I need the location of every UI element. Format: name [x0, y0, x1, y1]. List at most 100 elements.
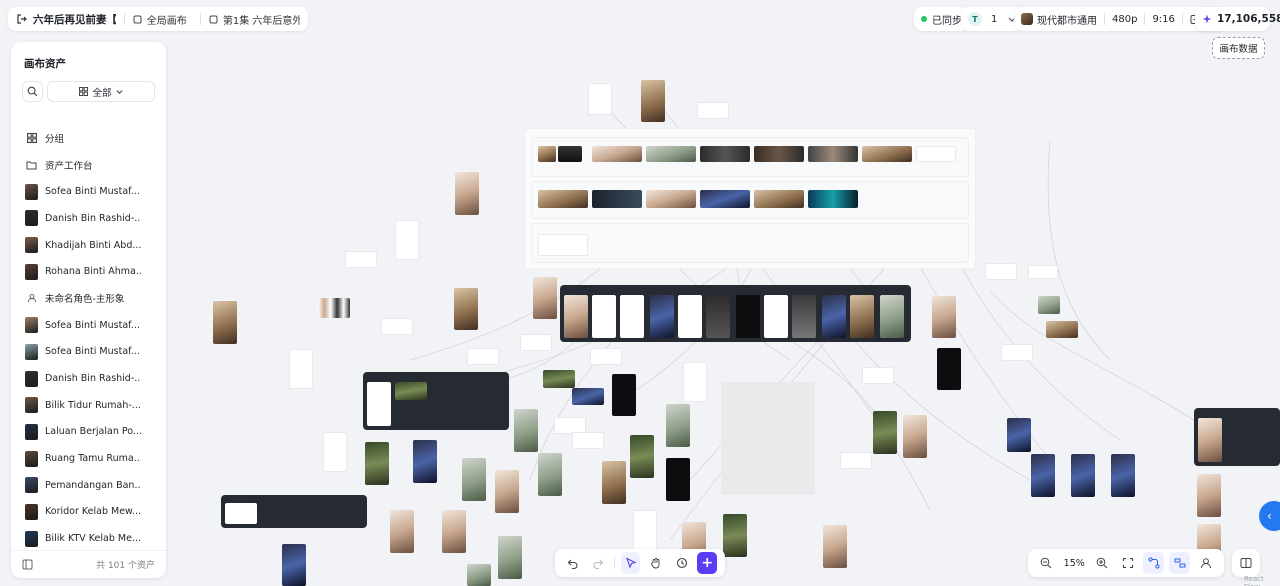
image-node[interactable] [455, 172, 479, 215]
history-button[interactable] [672, 552, 692, 574]
image-node[interactable] [937, 348, 961, 390]
shot-frame[interactable] [367, 382, 391, 426]
sidebar-item[interactable]: 未命名角色-主形象 [11, 285, 166, 312]
scene-thumbnail[interactable] [808, 190, 858, 208]
empty-node[interactable] [862, 367, 894, 384]
shot-frame[interactable] [706, 295, 730, 338]
image-node[interactable] [318, 298, 350, 318]
scene-row[interactable] [531, 181, 969, 219]
image-node[interactable] [467, 564, 491, 586]
select-tool-button[interactable] [620, 552, 641, 574]
shot-group-panel[interactable] [221, 495, 367, 528]
image-node[interactable] [1111, 454, 1135, 497]
character-thumbnail[interactable] [862, 146, 912, 162]
character-placeholder[interactable] [916, 146, 956, 162]
empty-node[interactable] [572, 432, 604, 449]
zoom-out-button[interactable] [1036, 552, 1057, 574]
empty-node[interactable] [840, 452, 872, 469]
shot-frame[interactable] [620, 295, 644, 338]
sidebar-item[interactable]: Koridor Kelab Mew... [11, 499, 166, 526]
character-thumbnail[interactable] [646, 146, 696, 162]
empty-node[interactable] [1028, 265, 1058, 279]
empty-node[interactable] [395, 220, 419, 260]
sidebar-item[interactable]: 资产工作台 [11, 152, 166, 179]
shot-frame[interactable] [592, 295, 616, 338]
project-title-seg[interactable]: 六年后再见前妻【... [16, 12, 116, 27]
image-node[interactable] [723, 514, 747, 557]
sidebar-search-button[interactable] [22, 81, 43, 102]
image-node[interactable] [666, 404, 690, 447]
character-thumbnail[interactable] [754, 146, 804, 162]
shot-frame[interactable] [736, 295, 760, 338]
empty-node[interactable] [697, 102, 729, 119]
image-node[interactable] [630, 435, 654, 478]
shot-frame[interactable] [225, 503, 257, 524]
image-node[interactable] [514, 409, 538, 452]
asset-filter-dropdown[interactable]: 全部 [47, 81, 155, 102]
collapse-sidebar-icon[interactable] [22, 559, 33, 570]
image-node[interactable] [1071, 454, 1095, 497]
image-node[interactable] [932, 296, 956, 338]
sidebar-item[interactable]: Danish Bin Rashid-... [11, 205, 166, 232]
sidebar-item[interactable]: Sofea Binti Mustaf... [11, 178, 166, 205]
style-preset[interactable]: 现代都市通用 [1037, 12, 1097, 27]
undo-button[interactable] [563, 552, 583, 574]
scene-thumbnail[interactable] [538, 190, 588, 208]
empty-node[interactable] [985, 263, 1017, 280]
redo-button[interactable] [589, 552, 609, 574]
scene-thumbnail[interactable] [700, 190, 750, 208]
fit-view-button[interactable] [1117, 552, 1138, 574]
user-button[interactable] [1195, 552, 1216, 574]
image-node[interactable] [1046, 321, 1078, 338]
sidebar-item[interactable]: Ruang Tamu Ruma... [11, 445, 166, 472]
react-flow-watermark[interactable]: React Flow [1244, 575, 1280, 586]
empty-node[interactable] [345, 251, 377, 268]
image-node[interactable] [538, 453, 562, 496]
empty-node[interactable] [683, 362, 707, 402]
scene-thumbnail[interactable] [592, 190, 642, 208]
image-node[interactable] [1197, 474, 1221, 517]
character-row[interactable] [531, 137, 969, 177]
character-thumbnail[interactable] [808, 146, 858, 162]
empty-node[interactable] [633, 510, 657, 550]
asset-group-panel[interactable] [524, 128, 976, 269]
image-node[interactable] [873, 411, 897, 454]
sidebar-item[interactable]: Bilik Tidur Rumah-... [11, 392, 166, 419]
character-thumbnail[interactable] [700, 146, 750, 162]
image-node[interactable] [543, 370, 575, 388]
shot-frame[interactable] [792, 295, 816, 338]
aspect-ratio[interactable]: 9:16 [1152, 14, 1174, 25]
resolution[interactable]: 480p [1112, 14, 1137, 25]
storyboard-strip[interactable] [560, 285, 911, 342]
image-node[interactable] [1007, 418, 1031, 452]
sidebar-item[interactable]: Danish Bin Rashid-... [11, 365, 166, 392]
image-node[interactable] [602, 461, 626, 504]
canvas-scope-dropdown[interactable]: 全局画布 [133, 12, 192, 27]
image-node[interactable] [641, 80, 665, 122]
image-node[interactable] [903, 415, 927, 458]
image-node[interactable] [213, 301, 237, 344]
image-node[interactable] [1038, 296, 1060, 314]
sidebar-item[interactable]: 分组 [11, 125, 166, 152]
prop-row[interactable] [531, 223, 969, 263]
prop-placeholder[interactable] [538, 234, 588, 256]
exit-icon[interactable] [16, 13, 28, 25]
split-panel-button[interactable] [1235, 552, 1257, 574]
add-node-button[interactable]: + [697, 552, 717, 574]
sidebar-item[interactable]: Laluan Berjalan Po... [11, 419, 166, 446]
empty-node[interactable] [467, 348, 499, 365]
image-node[interactable] [282, 544, 306, 586]
image-node[interactable] [454, 288, 478, 330]
empty-node[interactable] [323, 432, 347, 472]
connect-mode-button[interactable] [1143, 552, 1165, 574]
image-node[interactable] [390, 510, 414, 553]
credits-pill[interactable]: 17,106,558 [1195, 7, 1280, 31]
empty-group-node[interactable] [721, 382, 815, 495]
shot-group-panel[interactable] [1194, 408, 1280, 466]
flow-canvas[interactable] [170, 60, 1280, 586]
empty-node[interactable] [590, 348, 622, 365]
image-node[interactable] [612, 374, 636, 416]
image-node[interactable] [533, 277, 557, 319]
shot-frame[interactable] [1198, 418, 1222, 462]
empty-node[interactable] [520, 334, 552, 351]
